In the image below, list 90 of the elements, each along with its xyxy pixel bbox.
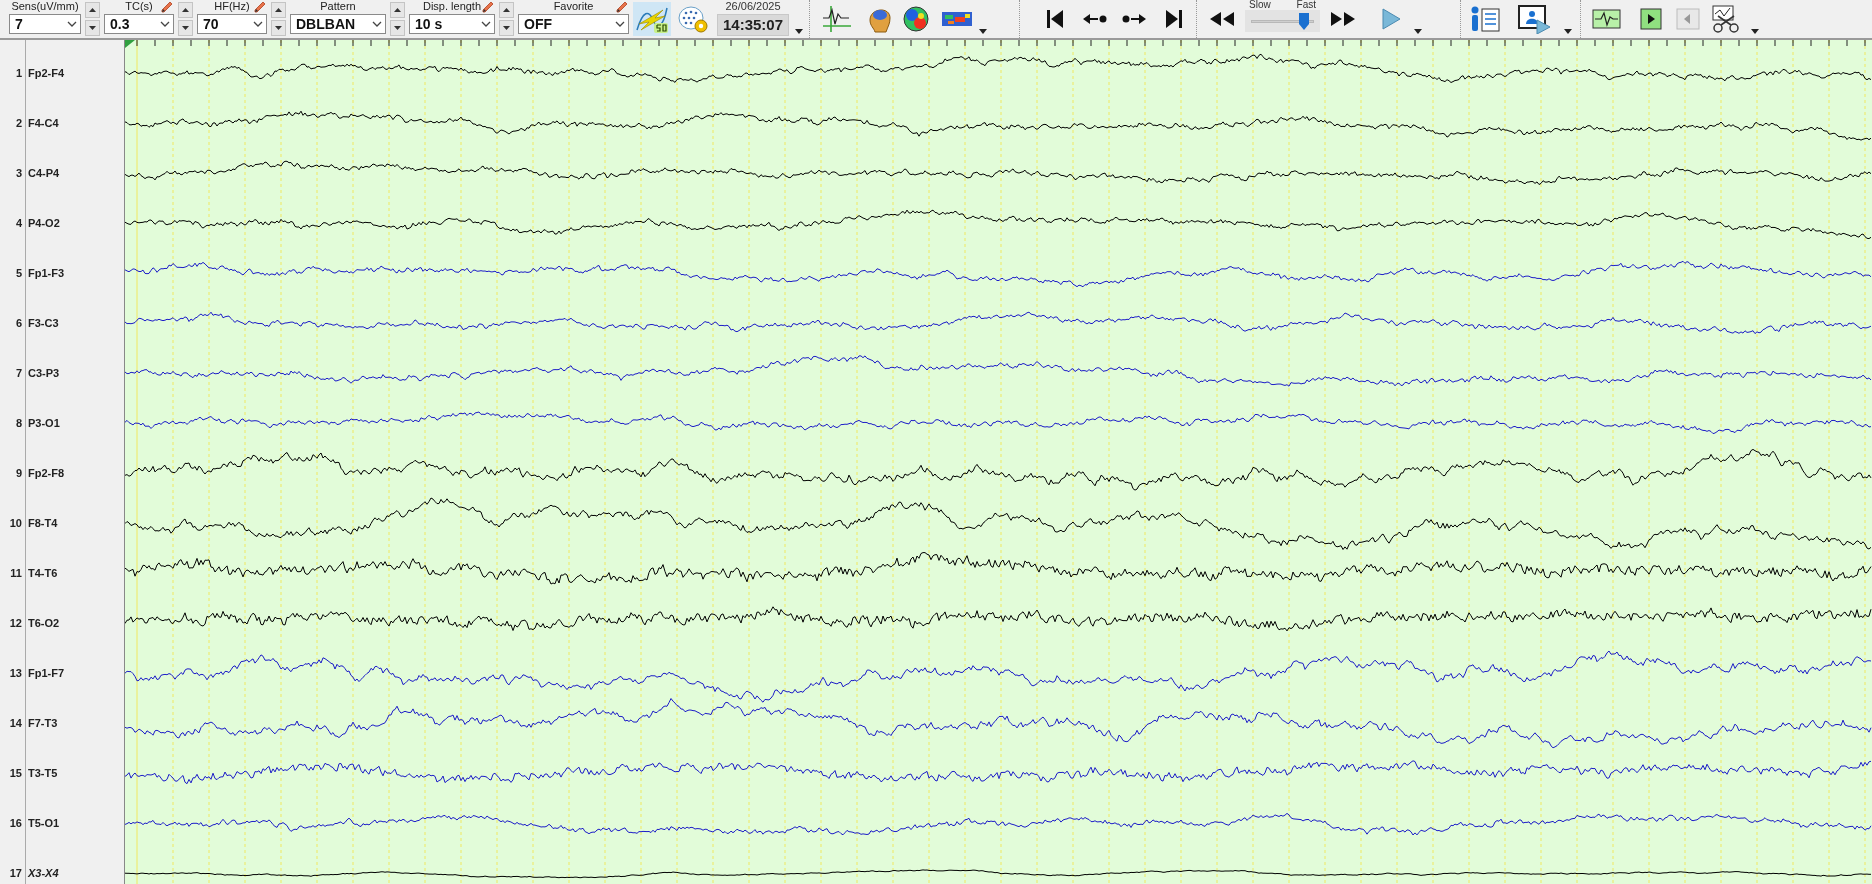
channel-label: Fp2-F4 bbox=[28, 65, 65, 81]
channel-number: 11 bbox=[9, 565, 22, 581]
pencil-icon[interactable] bbox=[253, 0, 267, 14]
triangle-down-icon[interactable] bbox=[394, 26, 401, 30]
field-label: Favorite bbox=[553, 0, 594, 14]
dropdown-caret-icon[interactable] bbox=[1564, 29, 1572, 34]
field-label: Disp. length bbox=[422, 0, 482, 14]
field-label: HF(Hz) bbox=[214, 0, 250, 14]
field-label: Pattern bbox=[320, 0, 356, 14]
chevron-down-icon[interactable] bbox=[372, 21, 382, 27]
channel-number: 1 bbox=[14, 65, 22, 81]
channel-label: T3-T5 bbox=[28, 765, 58, 781]
marker-icon[interactable] bbox=[125, 40, 135, 48]
chevron-down-icon[interactable] bbox=[67, 21, 77, 27]
dropdown-caret-icon[interactable] bbox=[795, 29, 803, 34]
triangle-down-icon[interactable] bbox=[182, 26, 189, 30]
spin-up-button[interactable] bbox=[390, 2, 405, 18]
spin-up-button[interactable] bbox=[178, 2, 193, 18]
channel-label: T5-O1 bbox=[28, 815, 60, 831]
channel-number: 10 bbox=[8, 515, 22, 531]
slider-thumb[interactable] bbox=[1299, 13, 1310, 30]
channel-label: Fp1-F7 bbox=[28, 665, 65, 681]
spin-down-button[interactable] bbox=[499, 20, 514, 36]
field-label: Sens(uV/mm) bbox=[11, 0, 79, 14]
speed-slider[interactable] bbox=[1245, 10, 1320, 32]
triangle-up-icon[interactable] bbox=[275, 8, 282, 12]
spin-up-button[interactable] bbox=[85, 2, 100, 18]
channel-number: 7 bbox=[14, 365, 22, 381]
filter-icon[interactable] bbox=[633, 2, 671, 36]
channel-number: 8 bbox=[14, 415, 22, 431]
dropdown-caret-icon[interactable] bbox=[1414, 29, 1422, 34]
triangle-down-icon[interactable] bbox=[275, 26, 282, 30]
triangle-down-icon[interactable] bbox=[89, 26, 96, 30]
channel-number: 9 bbox=[14, 465, 22, 481]
dropdown-caret-icon[interactable] bbox=[1751, 29, 1759, 34]
channel-label: T4-T6 bbox=[28, 565, 58, 581]
dropdown[interactable]: 10 s bbox=[409, 14, 495, 34]
fast-label: Fast bbox=[1296, 0, 1316, 9]
pencil-icon[interactable] bbox=[160, 0, 174, 14]
channel-number: 4 bbox=[14, 215, 22, 231]
channel-label: P4-O2 bbox=[28, 215, 60, 231]
spin-down-button[interactable] bbox=[390, 20, 405, 36]
time-display: 14:35:07 bbox=[716, 14, 789, 36]
dropdown[interactable]: 0.3 bbox=[104, 14, 174, 34]
triangle-down-icon[interactable] bbox=[503, 26, 510, 30]
video-icon[interactable] bbox=[1517, 2, 1551, 36]
channel-number: 16 bbox=[8, 815, 22, 831]
chevron-down-icon[interactable] bbox=[481, 21, 491, 27]
spin-up-button[interactable] bbox=[499, 2, 514, 18]
pencil-icon[interactable] bbox=[615, 0, 629, 14]
channel-label: C3-P3 bbox=[28, 365, 60, 381]
channel-label: P3-O1 bbox=[28, 415, 60, 431]
dropdown[interactable]: DBLBAN bbox=[290, 14, 386, 34]
slow-label: Slow bbox=[1249, 0, 1271, 9]
channel-number: 12 bbox=[8, 615, 22, 631]
date-label: 26/06/2025 bbox=[725, 0, 781, 12]
chevron-down-icon[interactable] bbox=[615, 21, 625, 27]
spin-down-button[interactable] bbox=[85, 20, 100, 36]
channel-label: Fp1-F3 bbox=[28, 265, 65, 281]
pencil-icon[interactable] bbox=[481, 0, 495, 14]
channel-label: X3-X4 bbox=[28, 865, 59, 881]
channel-number: 6 bbox=[14, 315, 22, 331]
channel-number: 17 bbox=[8, 865, 22, 881]
channel-label: F3-C3 bbox=[28, 315, 59, 331]
field-label: TC(s) bbox=[125, 0, 153, 14]
spin-down-button[interactable] bbox=[271, 20, 286, 36]
channel-number: 3 bbox=[14, 165, 22, 181]
channel-number: 2 bbox=[14, 115, 22, 131]
channel-number: 15 bbox=[8, 765, 22, 781]
chevron-down-icon[interactable] bbox=[160, 21, 170, 27]
dropdown[interactable]: OFF bbox=[518, 14, 629, 34]
triangle-up-icon[interactable] bbox=[503, 8, 510, 12]
triangle-up-icon[interactable] bbox=[182, 8, 189, 12]
channel-number: 13 bbox=[8, 665, 22, 681]
dropdown[interactable]: 7 bbox=[9, 14, 81, 34]
channel-label: Fp2-F8 bbox=[28, 465, 65, 481]
channel-label: C4-P4 bbox=[28, 165, 60, 181]
dropdown-caret-icon[interactable] bbox=[979, 29, 987, 34]
spin-down-button[interactable] bbox=[178, 20, 193, 36]
channel-number: 14 bbox=[8, 715, 22, 731]
triangle-up-icon[interactable] bbox=[394, 8, 401, 12]
channel-label: F8-T4 bbox=[28, 515, 58, 531]
spin-up-button[interactable] bbox=[271, 2, 286, 18]
channel-label: T6-O2 bbox=[28, 615, 60, 631]
dropdown[interactable]: 70 bbox=[197, 14, 267, 34]
channel-number: 5 bbox=[14, 265, 22, 281]
chevron-down-icon[interactable] bbox=[253, 21, 263, 27]
channel-label: F7-T3 bbox=[28, 715, 58, 731]
channel-label: F4-C4 bbox=[28, 115, 59, 131]
triangle-up-icon[interactable] bbox=[89, 8, 96, 12]
